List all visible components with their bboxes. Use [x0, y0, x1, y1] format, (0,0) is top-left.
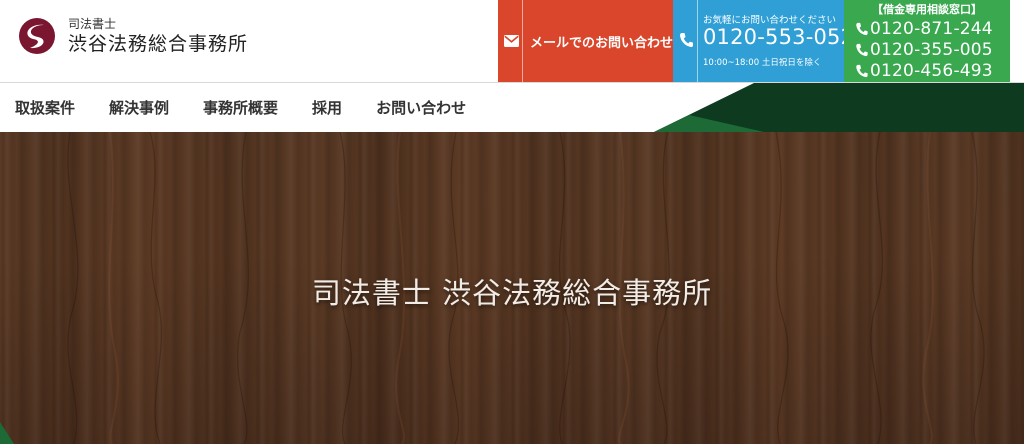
phone-icon: [856, 22, 868, 36]
nav-item-office[interactable]: 事務所概要: [203, 97, 278, 118]
main-navigation: 取扱案件 解決事例 事務所概要 採用 お問い合わせ: [0, 83, 1024, 132]
site-logo[interactable]: 司法書士 渋谷法務総合事務所: [18, 16, 248, 56]
debt-consultation-panel: 【借金専用相談窓口】 0120-871-244 0120-355-005 012…: [844, 0, 1010, 82]
debt-phone-number: 0120-871-244: [870, 19, 993, 39]
hero-banner: 司法書士 渋谷法務総合事務所: [0, 132, 1024, 444]
site-header: 司法書士 渋谷法務総合事務所 メールでのお問い合わせ お気軽にお問い合わせくださ…: [0, 0, 1024, 82]
hero-title: 司法書士 渋谷法務総合事務所: [311, 276, 713, 310]
mail-contact-label: メールでのお問い合わせ: [529, 35, 673, 51]
phone-number[interactable]: 0120-553-052: [703, 25, 854, 49]
phone-icon: [679, 32, 693, 52]
divider: [522, 0, 523, 82]
logo-mark-icon: [19, 18, 55, 54]
nav-item-contact[interactable]: お問い合わせ: [376, 97, 466, 118]
debt-phone-line[interactable]: 0120-871-244: [855, 19, 993, 39]
phone-icon: [856, 43, 868, 57]
business-hours: 10:00~18:00 土日祝日を除く: [703, 58, 822, 68]
decorative-corner: [0, 422, 14, 444]
phone-icon: [856, 64, 868, 78]
debt-phone-number: 0120-355-005: [870, 40, 993, 60]
debt-phone-number: 0120-456-493: [870, 61, 993, 81]
nav-item-examples[interactable]: 解決事例: [109, 97, 169, 118]
divider: [697, 0, 698, 82]
nav-item-recruit[interactable]: 採用: [312, 97, 342, 118]
debt-phone-line[interactable]: 0120-355-005: [855, 40, 993, 60]
logo-title: 渋谷法務総合事務所: [68, 33, 249, 55]
envelope-icon: [500, 35, 522, 47]
debt-panel-title: 【借金専用相談窓口】: [872, 3, 982, 16]
logo-subtitle: 司法書士: [68, 17, 117, 31]
decorative-wedge: [654, 83, 1024, 132]
debt-phone-line[interactable]: 0120-456-493: [855, 61, 993, 81]
nav-item-cases[interactable]: 取扱案件: [15, 97, 75, 118]
mail-contact-button[interactable]: メールでのお問い合わせ: [498, 0, 673, 82]
phone-contact-button[interactable]: お気軽にお問い合わせください 0120-553-052 10:00~18:00 …: [673, 0, 854, 82]
phone-note: お気軽にお問い合わせください: [703, 15, 837, 26]
